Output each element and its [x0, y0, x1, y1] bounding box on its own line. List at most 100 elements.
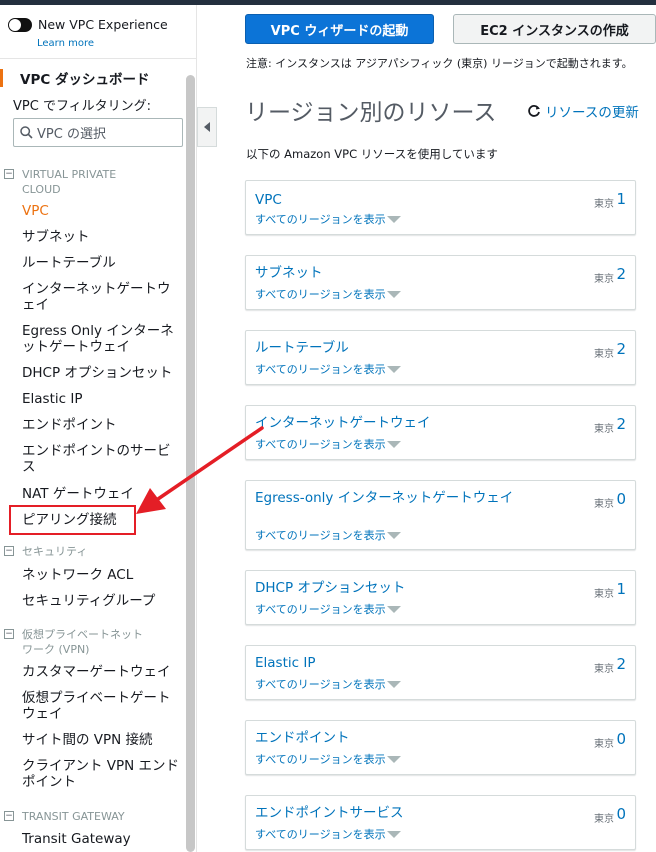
new-vpc-experience-toggle-row[interactable]: New VPC Experience — [8, 17, 168, 32]
show-all-label: すべてのリージョンを表示 — [255, 678, 386, 691]
sidebar-item-vpc[interactable]: VPC — [22, 203, 182, 219]
annotation-highlight-box — [9, 505, 136, 535]
resource-name-link[interactable]: DHCP オプションセット — [255, 580, 520, 596]
chevron-left-icon — [204, 122, 210, 132]
show-all-regions-link[interactable]: すべてのリージョンを表示 — [255, 527, 401, 543]
sidebar-item-egress-only-gateways[interactable]: Egress Only インターネットゲートウェイ — [22, 323, 182, 355]
resource-name-link[interactable]: VPC — [255, 192, 520, 208]
region-label: 東京 — [594, 739, 614, 750]
region-label: 東京 — [594, 499, 614, 510]
sidebar-item-endpoints[interactable]: エンドポイント — [22, 417, 182, 433]
resource-count[interactable]: 1 — [616, 190, 626, 208]
resource-count[interactable]: 2 — [616, 265, 626, 283]
sidebar-item-transit-gateway[interactable]: Transit Gateway — [22, 831, 182, 847]
active-indicator — [0, 69, 3, 87]
refresh-icon — [528, 105, 540, 117]
show-all-regions-link[interactable]: すべてのリージョンを表示 — [255, 676, 401, 692]
section-header-transit-gateway[interactable]: − TRANSIT GATEWAY — [4, 809, 147, 824]
region-label: 東京 — [594, 274, 614, 285]
show-all-label: すべてのリージョンを表示 — [255, 828, 386, 841]
section-header-security[interactable]: − セキュリティ — [4, 544, 147, 559]
launch-vpc-wizard-button[interactable]: VPC ウィザードの起動 — [245, 14, 434, 44]
sidebar-scrollbar[interactable] — [186, 75, 195, 852]
resource-count[interactable]: 1 — [616, 580, 626, 598]
collapse-minus-icon[interactable]: − — [4, 629, 14, 639]
resource-count[interactable]: 2 — [616, 655, 626, 673]
resource-count[interactable]: 2 — [616, 340, 626, 358]
sidebar-item-network-acl[interactable]: ネットワーク ACL — [22, 567, 182, 583]
show-all-regions-link[interactable]: すべてのリージョンを表示 — [255, 286, 401, 302]
show-all-label: すべてのリージョンを表示 — [255, 529, 386, 542]
resource-count[interactable]: 0 — [616, 805, 626, 823]
learn-more-link[interactable]: Learn more — [37, 38, 94, 49]
collapse-minus-icon[interactable]: − — [4, 169, 14, 179]
sidebar-item-route-tables[interactable]: ルートテーブル — [22, 255, 182, 271]
resource-card-elastic-ip: Elastic IP すべてのリージョンを表示 東京 2 — [245, 645, 636, 700]
show-all-regions-link[interactable]: すべてのリージョンを表示 — [255, 361, 401, 377]
show-all-regions-link[interactable]: すべてのリージョンを表示 — [255, 436, 401, 452]
caret-down-icon — [386, 291, 401, 298]
resource-count[interactable]: 0 — [616, 730, 626, 748]
resource-card-endpoints: エンドポイント すべてのリージョンを表示 東京 0 — [245, 720, 636, 775]
dashboard-title: VPC ダッシュボード — [20, 72, 150, 88]
section-header-vpn[interactable]: − 仮想プライベートネットワーク (VPN) — [4, 627, 147, 657]
toggle-knob — [9, 18, 21, 31]
sidebar-item-security-groups[interactable]: セキュリティグループ — [22, 593, 182, 609]
sidebar: New VPC Experience Learn more VPC ダッシュボー… — [0, 5, 197, 852]
collapse-minus-icon[interactable]: − — [4, 811, 14, 821]
section-title: TRANSIT GATEWAY — [22, 810, 125, 823]
resource-name-link[interactable]: Egress-only インターネットゲートウェイ — [255, 490, 520, 506]
toggle-label: New VPC Experience — [38, 17, 168, 32]
create-ec2-instance-button[interactable]: EC2 インスタンスの作成 — [453, 14, 656, 44]
sidebar-item-vpc-dashboard[interactable]: VPC ダッシュボード — [0, 67, 149, 89]
resource-count[interactable]: 0 — [616, 490, 626, 508]
sidebar-item-dhcp-options[interactable]: DHCP オプションセット — [22, 365, 182, 381]
resource-count[interactable]: 2 — [616, 415, 626, 433]
resource-card-vpc: VPC すべてのリージョンを表示 東京 1 — [245, 180, 636, 235]
region-label: 東京 — [594, 589, 614, 600]
resource-name-link[interactable]: サブネット — [255, 265, 520, 281]
sidebar-collapse-tab[interactable] — [197, 107, 217, 147]
caret-down-icon — [386, 756, 401, 763]
show-all-regions-link[interactable]: すべてのリージョンを表示 — [255, 211, 401, 227]
show-all-regions-link[interactable]: すべてのリージョンを表示 — [255, 601, 401, 617]
sidebar-item-endpoint-services[interactable]: エンドポイントのサービス — [22, 443, 182, 475]
show-all-regions-link[interactable]: すべてのリージョンを表示 — [255, 826, 401, 842]
sidebar-item-customer-gateways[interactable]: カスタマーゲートウェイ — [22, 664, 182, 680]
sidebar-item-virtual-private-gateways[interactable]: 仮想プライベートゲートウェイ — [22, 690, 182, 722]
show-all-label: すべてのリージョンを表示 — [255, 603, 386, 616]
resource-name-link[interactable]: インターネットゲートウェイ — [255, 415, 520, 431]
sidebar-divider — [0, 58, 196, 59]
sidebar-item-elastic-ip[interactable]: Elastic IP — [22, 391, 182, 407]
toggle-switch[interactable] — [8, 17, 32, 32]
show-all-label: すべてのリージョンを表示 — [255, 438, 386, 451]
collapse-minus-icon[interactable]: − — [4, 546, 14, 556]
resource-card-route-tables: ルートテーブル すべてのリージョンを表示 東京 2 — [245, 330, 636, 385]
region-label: 東京 — [594, 199, 614, 210]
caret-down-icon — [386, 441, 401, 448]
filter-label: VPC でフィルタリング: — [13, 99, 152, 114]
section-title: 仮想プライベートネットワーク (VPN) — [22, 628, 143, 656]
caret-down-icon — [386, 606, 401, 613]
section-header-vpc[interactable]: − VIRTUAL PRIVATE CLOUD — [4, 167, 147, 197]
refresh-resources-link[interactable]: リソースの更新 — [527, 101, 639, 121]
show-all-label: すべてのリージョンを表示 — [255, 213, 386, 226]
show-all-label: すべてのリージョンを表示 — [255, 288, 386, 301]
sidebar-item-internet-gateways[interactable]: インターネットゲートウェイ — [22, 281, 182, 313]
show-all-regions-link[interactable]: すべてのリージョンを表示 — [255, 751, 401, 767]
sidebar-item-client-vpn-endpoints[interactable]: クライアント VPN エンドポイント — [22, 758, 182, 790]
resource-name-link[interactable]: ルートテーブル — [255, 340, 520, 356]
section-title: セキュリティ — [22, 545, 88, 558]
sidebar-item-site-to-site-vpn[interactable]: サイト間の VPN 接続 — [22, 732, 182, 748]
sidebar-item-subnets[interactable]: サブネット — [22, 229, 182, 245]
region-notice: 注意: インスタンスは アジアパシフィック (東京) リージョンで起動されます。 — [246, 57, 633, 70]
refresh-label: リソースの更新 — [545, 105, 639, 121]
resource-name-link[interactable]: エンドポイント — [255, 730, 520, 746]
region-label: 東京 — [594, 664, 614, 675]
resource-card-dhcp-options: DHCP オプションセット すべてのリージョンを表示 東京 1 — [245, 570, 636, 625]
sidebar-item-nat-gateways[interactable]: NAT ゲートウェイ — [22, 486, 182, 502]
using-resources-text: 以下の Amazon VPC リソースを使用しています — [246, 147, 498, 161]
vpc-select-input[interactable]: VPC の選択 — [13, 118, 183, 147]
resource-name-link[interactable]: Elastic IP — [255, 655, 520, 671]
resource-name-link[interactable]: エンドポイントサービス — [255, 805, 520, 821]
